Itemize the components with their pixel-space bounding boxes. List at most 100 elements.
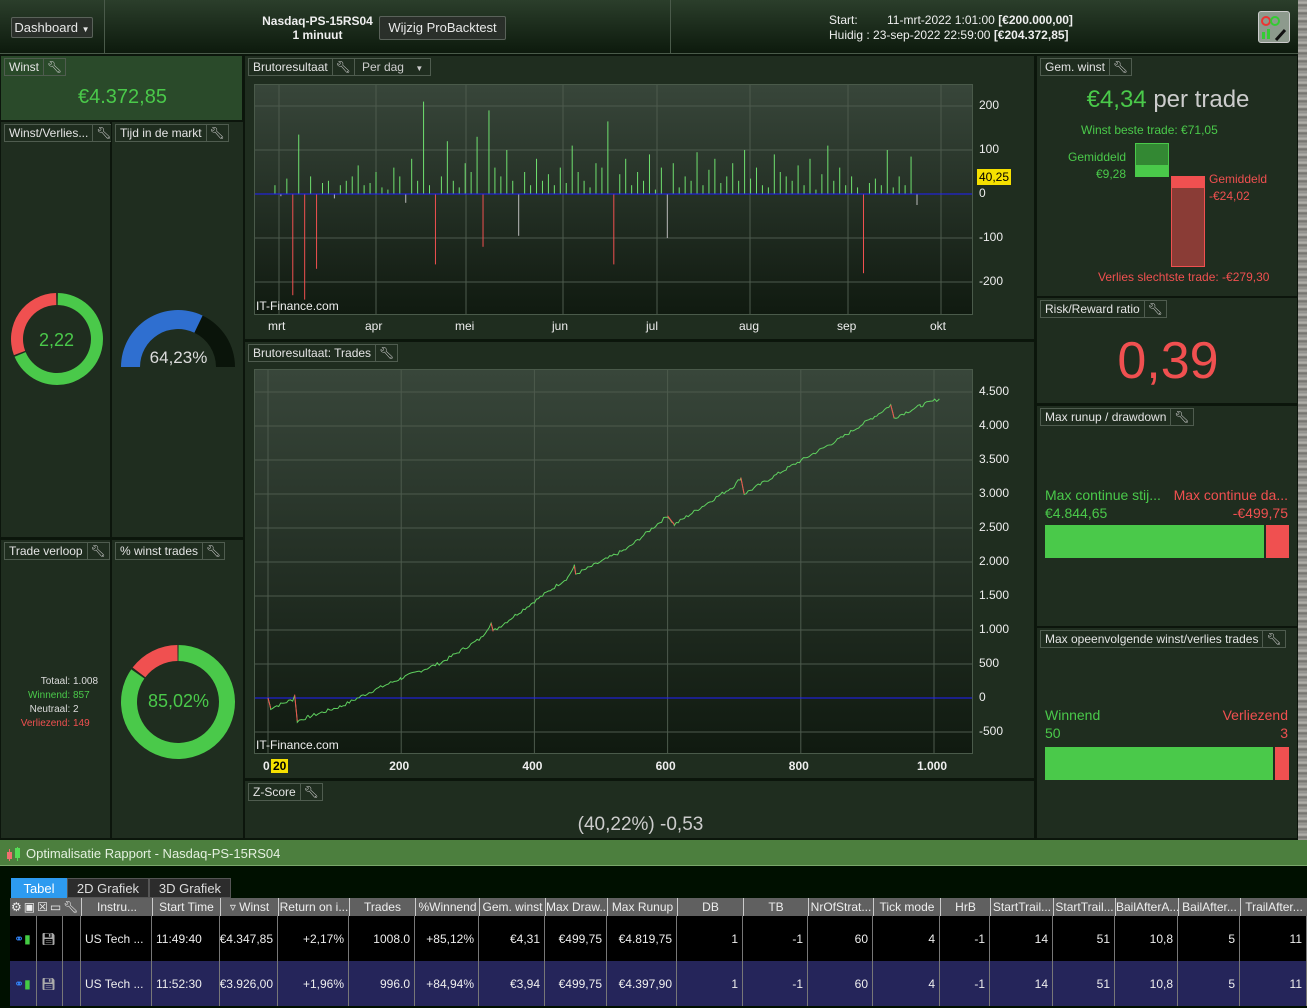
wrench-icon[interactable]: 🔧︎	[331, 59, 354, 75]
win-pct-value: 85,02%	[147, 691, 210, 711]
x-tick-label: 1.000	[917, 759, 948, 773]
column-header[interactable]: Max Runup	[607, 898, 677, 916]
wrench-icon[interactable]: 🔧︎	[299, 784, 322, 800]
wrench-icon[interactable]: 🔧︎	[202, 543, 224, 559]
column-header[interactable]: NrOfStrat...	[808, 898, 873, 916]
column-header[interactable]: %Winnend	[415, 898, 479, 916]
column-header[interactable]: Max Draw...	[545, 898, 607, 916]
y-tick-label: 500	[979, 656, 1000, 670]
avg-win-bar	[1135, 143, 1169, 177]
wrench-icon[interactable]: 🔧︎	[1170, 409, 1192, 425]
wrench-icon[interactable]: 🔧︎	[375, 345, 397, 361]
panel-title: Trade verloop	[9, 544, 83, 558]
avg-loss-value: -€24,02	[1209, 189, 1250, 203]
table-row[interactable]: ⚭ ▮ 💾︎ US Tech ... 11:52:30 €3.926,00 +1,96% 99…	[10, 961, 1307, 1006]
column-header[interactable]: Start Time	[152, 898, 220, 916]
x-tick-label: sep	[837, 319, 857, 333]
dashboard-dropdown[interactable]: Dashboard ▼	[11, 17, 93, 38]
column-header[interactable]: StartTrail...	[1053, 898, 1115, 916]
edit-probacktest-button[interactable]: Wijzig ProBacktest	[379, 16, 506, 40]
table-cell: -1	[743, 961, 808, 1006]
winst-value: €4.372,85	[78, 86, 167, 108]
table-cell: +2,17%	[278, 916, 349, 961]
column-header[interactable]: TB	[743, 898, 808, 916]
y-tick-label: 4.000	[979, 418, 1010, 432]
wrench-icon[interactable]: 🔧︎	[1109, 59, 1131, 75]
losing-value: 3	[1280, 725, 1288, 741]
empty-cell	[63, 916, 81, 961]
panel-title: Brutoresultaat	[253, 60, 328, 74]
column-header[interactable]: Gem. winst	[479, 898, 545, 916]
dashboard-settings-icon[interactable]	[1258, 11, 1290, 43]
table-toolbar-icons[interactable]: ⚙▣☒▭🔧︎	[11, 898, 81, 916]
column-header[interactable]: ▿ Winst	[220, 898, 278, 916]
tab-2d-grafiek[interactable]: 2D Grafiek	[67, 878, 149, 898]
strategy-status-icon[interactable]: ⚭ ▮	[10, 961, 37, 1006]
table-cell: 1	[677, 916, 743, 961]
column-header[interactable]: BailAfterA...	[1115, 898, 1178, 916]
current-capital: [€204.372,85]	[993, 28, 1069, 42]
wrench-icon[interactable]: 🔧︎	[1143, 301, 1166, 317]
column-header[interactable]: BailAfter...	[1178, 898, 1240, 916]
y-tick-label: 200	[979, 98, 1000, 112]
tab-3d-grafiek[interactable]: 3D Grafiek	[149, 878, 231, 898]
table-cell: 1	[677, 961, 743, 1006]
save-icon[interactable]: 💾︎	[37, 916, 63, 961]
column-header[interactable]: StartTrail...	[990, 898, 1053, 916]
y-tick-label: 3.500	[979, 452, 1010, 466]
y-tick-label: 2.500	[979, 520, 1010, 534]
x-tick-label: 0	[263, 759, 270, 773]
tab-tabel[interactable]: Tabel	[11, 878, 67, 898]
dashboard-label: Dashboard	[14, 20, 79, 35]
strategy-status-icon[interactable]: ⚭ ▮	[10, 916, 37, 961]
table-cell: -1	[940, 916, 990, 961]
y-tick-label: 100	[979, 142, 1000, 156]
table-cell: 14	[990, 961, 1053, 1006]
equity-line	[267, 398, 940, 724]
avg-win-label: Gemiddeld	[1068, 150, 1127, 164]
zscore-value: (40,22%) -0,53	[577, 814, 704, 835]
table-row[interactable]: ⚭ ▮ 💾︎ US Tech ... 11:49:40 €4.347,85 +2,17% 10…	[10, 916, 1307, 961]
table-cell: -1	[743, 916, 808, 961]
y-tick-label: -100	[979, 230, 1004, 244]
table-header: ⚙▣☒▭🔧︎ Instru... Start Time ▿ Winst Return …	[10, 898, 1307, 916]
per-dag-dropdown[interactable]: Per dag ▼	[353, 59, 430, 75]
wrench-icon[interactable]: 🔧︎	[1262, 631, 1284, 647]
table-cell: €4.819,75	[607, 916, 677, 961]
drawdown-segment	[890, 404, 895, 418]
sort-desc-icon: ▿	[229, 900, 240, 914]
y-tick-label: 2.000	[979, 554, 1010, 568]
x-tick-label: aug	[739, 319, 760, 333]
avg-profit: €4,34	[1086, 86, 1147, 113]
panel-title: Max runup / drawdown	[1045, 410, 1167, 424]
save-icon[interactable]: 💾︎	[37, 961, 63, 1006]
x-tick-label: jun	[552, 319, 569, 333]
worst-trade: Verlies slechtste trade: -€279,30	[1098, 270, 1270, 284]
column-header[interactable]: TrailAfter...	[1240, 898, 1307, 916]
table-cell: 996.0	[349, 961, 415, 1006]
tijd-in-markt-panel: Tijd in de markt 🔧︎ 64,23%	[111, 121, 244, 538]
column-header[interactable]: HrB	[940, 898, 990, 916]
panel-title: Winst/Verlies...	[9, 126, 89, 140]
daily-result-chart: IT-Finance.com	[254, 84, 973, 315]
column-header[interactable]: Tick mode	[873, 898, 940, 916]
column-header[interactable]: Return on i...	[278, 898, 349, 916]
y-tick-label: 0	[979, 690, 986, 704]
y-tick-label: 3.000	[979, 486, 1010, 500]
winst-verlies-panel: Winst/Verlies... 🔧︎ 2,22	[0, 121, 116, 538]
panel-title: Max opeenvolgende winst/verlies trades	[1045, 632, 1259, 646]
candlestick-icon	[6, 847, 22, 864]
table-cell: 11:52:30	[152, 961, 220, 1006]
column-header[interactable]: DB	[677, 898, 743, 916]
table-cell: -1	[940, 961, 990, 1006]
table-cell: 10,8	[1115, 961, 1178, 1006]
wrench-icon[interactable]: 🔧︎	[205, 125, 228, 141]
panel-title: Winst	[9, 60, 39, 74]
equity-curve-chart: IT-Finance.com	[254, 369, 973, 754]
x-tick-label: 200	[389, 759, 410, 773]
column-header[interactable]: Instru...	[81, 898, 152, 916]
column-header[interactable]: Trades	[349, 898, 415, 916]
wrench-icon[interactable]: 🔧︎	[43, 59, 65, 75]
report-title: Optimalisatie Rapport - Nasdaq-PS-15RS04	[26, 846, 281, 861]
wrench-icon[interactable]: 🔧︎	[86, 543, 109, 559]
